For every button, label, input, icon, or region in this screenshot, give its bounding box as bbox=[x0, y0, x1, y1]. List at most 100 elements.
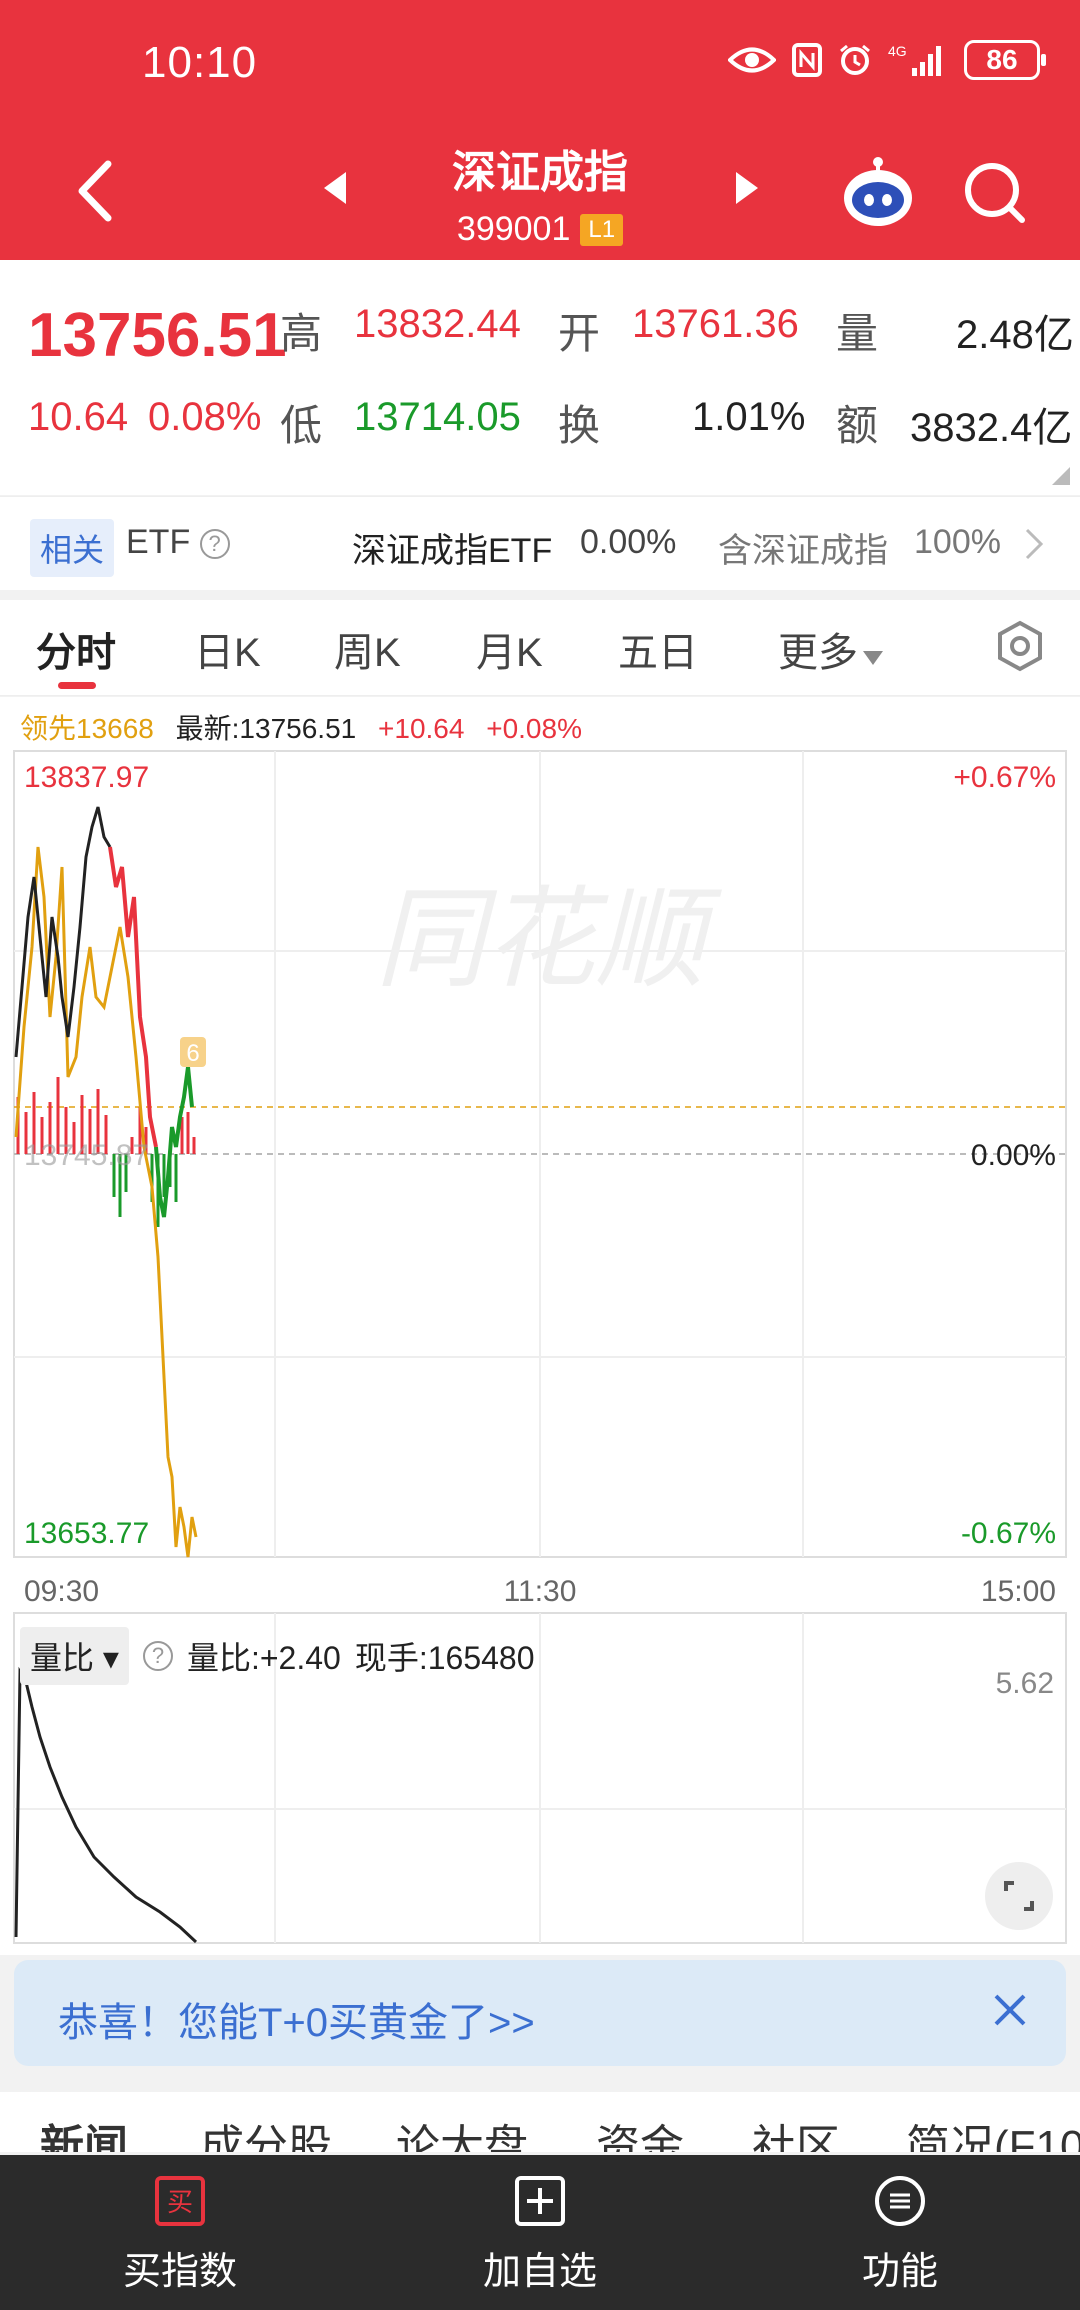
related-etf-row[interactable]: 相关 ETF ? 深证成指ETF 0.00% 含深证成指 100% bbox=[0, 496, 1080, 590]
volume-ratio-line bbox=[14, 1666, 198, 1944]
active-tab-indicator bbox=[58, 682, 96, 689]
help-icon: ? bbox=[199, 529, 230, 560]
chevron-right-icon[interactable] bbox=[1024, 527, 1044, 561]
banner-text[interactable]: 恭喜！您能T+0买黄金了>> bbox=[58, 1990, 535, 2048]
status-time: 10:10 bbox=[142, 38, 258, 87]
promo-banner[interactable]: 恭喜！您能T+0买黄金了>> bbox=[14, 1960, 1066, 2066]
pct-bottom-label: -0.67% bbox=[961, 1517, 1056, 1550]
volume-value: 2.48亿 bbox=[956, 313, 1074, 357]
svg-text:买: 买 bbox=[167, 2188, 193, 2218]
x-label-midday: 11:30 bbox=[504, 1575, 577, 1608]
expand-corner-icon[interactable] bbox=[1052, 467, 1070, 485]
turnover-label: 换 bbox=[558, 402, 601, 449]
tab-intraday[interactable]: 分时 bbox=[36, 620, 116, 678]
code-line: 399001 L1 bbox=[0, 210, 1080, 249]
nfc-icon bbox=[792, 43, 822, 77]
high-label: 高 bbox=[280, 310, 323, 357]
volume-label: 量 bbox=[836, 310, 879, 357]
tab-five-day[interactable]: 五日 bbox=[618, 620, 698, 678]
fullscreen-icon[interactable] bbox=[984, 1861, 1054, 1931]
tab-weekly-k[interactable]: 周K bbox=[334, 620, 401, 678]
chart-marker: 6 bbox=[186, 1040, 199, 1067]
close-icon[interactable] bbox=[990, 1990, 1030, 2030]
etf-contains: 含深证成指 bbox=[718, 532, 888, 570]
open-label: 开 bbox=[558, 310, 601, 357]
pct-top-label: +0.67% bbox=[953, 761, 1056, 794]
indicator-select[interactable]: 量比 ▾ bbox=[20, 1627, 129, 1685]
etf-label: ETF ? bbox=[126, 523, 230, 562]
etf-weight: 100% bbox=[914, 523, 1001, 561]
price-change: 10.64 bbox=[28, 395, 129, 439]
volume-ratio-value: 量比:+2.40 bbox=[186, 1640, 341, 1676]
etf-pct: 0.00% bbox=[580, 523, 677, 561]
help-icon[interactable]: ? bbox=[142, 1641, 173, 1671]
subtab-components[interactable]: 成分股 bbox=[200, 2110, 332, 2152]
status-icons: 4G 86 bbox=[728, 40, 1046, 80]
title-block: 深证成指 399001 L1 bbox=[0, 130, 1080, 249]
level-badge: L1 bbox=[580, 213, 624, 246]
svg-text:4G: 4G bbox=[888, 43, 907, 59]
stock-code: 399001 bbox=[456, 210, 571, 248]
x-label-open: 09:30 bbox=[24, 1575, 99, 1608]
low-label: 低 bbox=[280, 402, 323, 449]
current-price: 13756.51 bbox=[28, 301, 287, 370]
etf-name: 深证成指ETF bbox=[352, 532, 553, 570]
buy-index-label: 买指数 bbox=[122, 2251, 237, 2293]
tab-monthly-k[interactable]: 月K bbox=[476, 620, 543, 678]
prev-stock-icon[interactable] bbox=[322, 170, 348, 206]
add-icon bbox=[515, 2176, 565, 2226]
turnover-value: 1.01% bbox=[692, 395, 806, 439]
open-value: 13761.36 bbox=[632, 302, 799, 346]
info-subtabs: 新闻 成分股 论大盘 资金 社区 简况(F10) bbox=[0, 2092, 1080, 2152]
volume-panel-header: 量比 ▾ ? 量比:+2.40 现手:165480 bbox=[20, 1627, 535, 1685]
chart-tabs: 分时 日K 周K 月K 五日 更多 bbox=[0, 600, 1080, 696]
amount-value: 3832.4亿 bbox=[910, 406, 1073, 450]
signal-icon: 4G bbox=[888, 43, 941, 76]
buy-index-button[interactable]: 买 买指数 bbox=[60, 2175, 300, 2295]
status-bar: 10:10 4G 86 bbox=[0, 0, 1080, 130]
y-prev-close-label: 13745.87 bbox=[24, 1139, 149, 1172]
chart-area: 领先13668 最新:13756.51 +10.64 +0.08% 同花顺 6 … bbox=[0, 697, 1080, 1955]
high-value: 13832.44 bbox=[354, 302, 521, 346]
tab-more[interactable]: 更多 bbox=[778, 620, 884, 678]
chart-watermark: 同花顺 bbox=[375, 875, 722, 1003]
robot-assistant-icon[interactable] bbox=[840, 154, 916, 230]
battery-indicator: 86 bbox=[964, 40, 1046, 80]
subtab-market-talk[interactable]: 论大盘 bbox=[396, 2110, 528, 2152]
back-arrow-icon[interactable] bbox=[64, 156, 134, 226]
search-icon[interactable] bbox=[962, 160, 1028, 226]
quote-panel: 13756.51 10.64 0.08% 高 13832.44 低 13714.… bbox=[0, 260, 1080, 495]
related-tag: 相关 bbox=[30, 519, 115, 577]
intraday-chart[interactable]: 同花顺 6 13837.97 13745.87 13653.77 +0.67% … bbox=[0, 697, 1080, 1955]
nav-row: 深证成指 399001 L1 bbox=[0, 130, 1080, 260]
add-watchlist-button[interactable]: 加自选 bbox=[420, 2175, 660, 2295]
next-stock-icon[interactable] bbox=[734, 170, 760, 206]
subtab-profile[interactable]: 简况(F10) bbox=[906, 2110, 1080, 2152]
pct-mid-label: 0.00% bbox=[971, 1139, 1056, 1172]
x-label-close: 15:00 bbox=[981, 1575, 1056, 1608]
volume-ratio-max: 5.62 bbox=[996, 1667, 1054, 1700]
current-hand-value: 现手:165480 bbox=[354, 1640, 535, 1676]
price-line-red bbox=[108, 846, 158, 1148]
app-header: 10:10 4G 86 深证成指 399001 L1 bbox=[0, 0, 1080, 260]
page-title: 深证成指 bbox=[452, 148, 628, 197]
bottom-action-bar: 买 买指数 加自选 功能 bbox=[0, 2155, 1080, 2310]
add-watchlist-label: 加自选 bbox=[482, 2251, 597, 2293]
subtab-news[interactable]: 新闻 bbox=[40, 2110, 128, 2152]
tab-daily-k[interactable]: 日K bbox=[194, 620, 261, 678]
subtab-funds[interactable]: 资金 bbox=[596, 2110, 684, 2152]
y-top-label: 13837.97 bbox=[24, 761, 149, 794]
buy-icon: 买 bbox=[155, 2176, 205, 2226]
subtab-community[interactable]: 社区 bbox=[752, 2110, 840, 2152]
amount-label: 额 bbox=[836, 402, 879, 449]
function-button[interactable]: 功能 bbox=[780, 2175, 1020, 2295]
y-bottom-label: 13653.77 bbox=[24, 1517, 149, 1550]
function-label: 功能 bbox=[861, 2251, 938, 2293]
price-change-pct: 0.08% bbox=[148, 395, 262, 439]
settings-hexagon-icon[interactable] bbox=[994, 620, 1046, 672]
alarm-icon bbox=[840, 44, 870, 75]
dropdown-triangle-icon bbox=[863, 651, 883, 665]
low-value: 13714.05 bbox=[354, 395, 521, 439]
eye-icon bbox=[728, 47, 776, 73]
menu-circle-icon bbox=[875, 2176, 925, 2226]
